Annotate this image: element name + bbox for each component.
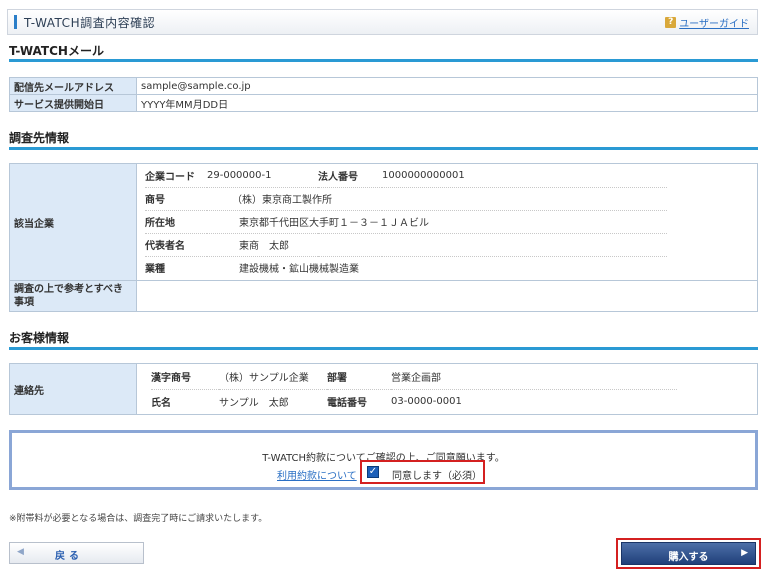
kanji-trade-name-value: （株）サンプル企業 (219, 364, 327, 390)
reference-notes-value (136, 280, 758, 312)
start-date-label: サービス提供開始日 (9, 94, 137, 112)
purchase-button-label: 購入する (668, 552, 709, 563)
department-value: 営業企画部 (391, 364, 677, 390)
company-details: 企業コード 29-000000-1 法人番号 1000000000001 商号 … (145, 164, 667, 279)
contact-table: 連絡先 漢字商号 （株）サンプル企業 部署 営業企画部 氏名 サンプル 太郎 電… (9, 363, 758, 415)
person-name-value: サンプル 太郎 (219, 398, 289, 410)
department-label: 部署 (327, 364, 391, 390)
agree-checkbox[interactable]: ✓ (367, 466, 379, 478)
kanji-trade-name-label: 漢字商号 (151, 364, 219, 390)
section-divider (9, 147, 758, 150)
section-divider (9, 347, 758, 350)
section-heading-investigation: 調査先情報 (9, 131, 70, 145)
section-heading-customer: お客様情報 (9, 331, 70, 345)
start-date-value: YYYY年MM月DD日 (136, 94, 758, 112)
title-accent-bar (14, 15, 17, 29)
extra-fee-note: ※附帯料が必要となる場合は、調査完了時にご請求いたします。 (9, 514, 268, 524)
person-name-label: 氏名 (151, 398, 171, 410)
corporate-number-value: 1000000000001 (382, 164, 667, 188)
terms-link[interactable]: 利用約款について (277, 467, 357, 482)
back-arrow-icon: ◀ (17, 547, 24, 557)
user-guide-link[interactable]: ユーザーガイド (679, 15, 749, 30)
phone-label: 電話番号 (327, 398, 367, 410)
company-code-label: 企業コード (145, 164, 207, 188)
back-button-label: 戻る (55, 551, 83, 562)
representative-label: 代表者名 (145, 233, 207, 257)
reference-notes-label: 調査の上で参考とすべき事項 (9, 280, 137, 312)
purchase-button[interactable]: 購入する ▶ (621, 542, 756, 565)
section-heading-twatch-mail: T-WATCHメール (9, 44, 104, 58)
agree-label[interactable]: 同意します（必須） (392, 467, 482, 482)
industry-value: 建設機械・鉱山機械製造業 (239, 264, 359, 276)
forward-arrow-icon: ▶ (741, 548, 748, 558)
mail-table: 配信先メールアドレス sample@sample.co.jp サービス提供開始日… (9, 77, 758, 112)
trade-name-value: （株）東京商工製作所 (207, 187, 667, 211)
industry-label: 業種 (145, 264, 165, 276)
trade-name-label: 商号 (145, 187, 207, 211)
back-button[interactable]: ◀ 戻る (9, 542, 144, 564)
company-code-value: 29-000000-1 (207, 164, 318, 188)
corporate-number-label: 法人番号 (318, 164, 382, 188)
title-bar: T-WATCH調査内容確認 ? ユーザーガイド (7, 9, 758, 35)
email-value: sample@sample.co.jp (136, 77, 758, 95)
address-label: 所在地 (145, 210, 207, 234)
target-company-label: 該当企業 (9, 163, 137, 281)
page-title: T-WATCH調査内容確認 (24, 16, 156, 30)
section-divider (9, 59, 758, 62)
email-label: 配信先メールアドレス (9, 77, 137, 95)
company-table: 該当企業 企業コード 29-000000-1 法人番号 100000000000… (9, 163, 758, 312)
phone-value: 03-0000-0001 (391, 396, 462, 408)
contact-label: 連絡先 (9, 363, 137, 415)
user-guide-link-group[interactable]: ? ユーザーガイド (665, 15, 749, 30)
contact-details: 漢字商号 （株）サンプル企業 部署 営業企画部 氏名 サンプル 太郎 電話番号 … (151, 364, 677, 414)
help-icon: ? (665, 17, 677, 28)
address-value: 東京都千代田区大手町１－３－１ＪＡビル (207, 210, 667, 234)
representative-value: 東商 太郎 (207, 233, 667, 257)
